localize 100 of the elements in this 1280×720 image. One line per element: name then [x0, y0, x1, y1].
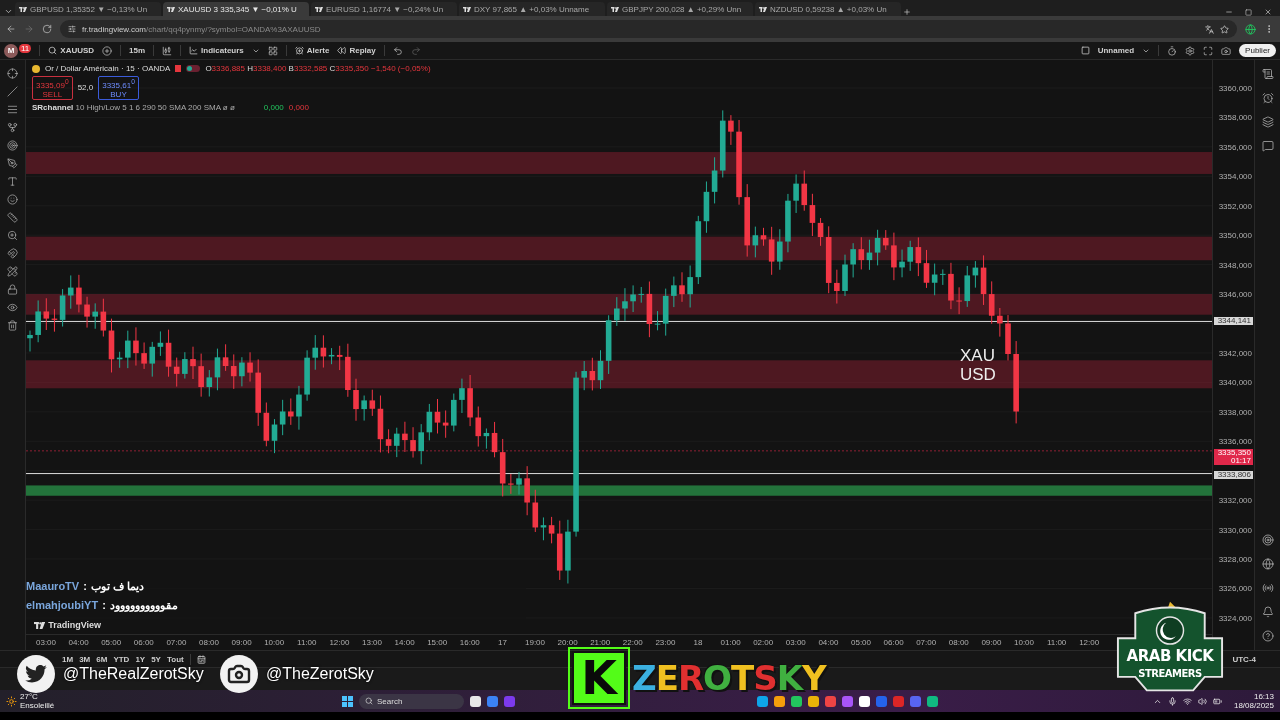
app-icon[interactable]: [774, 695, 785, 707]
templates-icon[interactable]: [267, 45, 278, 56]
back-icon[interactable]: [6, 24, 16, 34]
replay-button[interactable]: Replay: [337, 46, 376, 55]
site-logo-icon: [463, 6, 471, 12]
publish-button[interactable]: Publier: [1239, 44, 1276, 57]
globe-icon[interactable]: [1261, 558, 1274, 570]
pen-icon[interactable]: [7, 158, 18, 169]
translate-icon[interactable]: [1205, 24, 1214, 34]
layout-icon[interactable]: [1080, 46, 1090, 55]
bell-icon[interactable]: [1261, 606, 1274, 618]
profile-icon[interactable]: [1245, 23, 1256, 35]
taskbar-clock[interactable]: 16:13 18/08/2025: [1233, 692, 1274, 710]
range-button[interactable]: 3M: [79, 654, 91, 664]
time-label: 12:00: [329, 638, 350, 647]
browser-tab[interactable]: EURUSD 1,16774 ▼ −0,24% Un: [311, 2, 457, 16]
layout-name-button[interactable]: Unnamed: [1097, 46, 1135, 55]
undo-icon[interactable]: [392, 45, 403, 56]
alert-button[interactable]: Alerte: [294, 46, 330, 55]
zoom-icon[interactable]: [7, 230, 18, 241]
range-button[interactable]: 5Y: [151, 654, 161, 664]
range-button[interactable]: Tout: [166, 654, 184, 664]
smiley-icon[interactable]: [7, 194, 18, 205]
weather-icon: [6, 695, 17, 707]
camera-icon[interactable]: [1221, 45, 1232, 56]
alarm-clock-icon: [294, 46, 304, 55]
magnet-icon[interactable]: [7, 248, 18, 259]
microphone-icon[interactable]: [1167, 696, 1177, 706]
user-avatar[interactable]: M: [4, 43, 18, 58]
chat-icon[interactable]: [1261, 140, 1274, 152]
range-button[interactable]: 1Y: [135, 654, 146, 664]
watchlist-icon[interactable]: [1261, 68, 1274, 80]
taskbar-search[interactable]: Search: [359, 693, 464, 709]
browser-tab[interactable]: DXY 97,865 ▲ +0,03% Unname: [459, 2, 605, 16]
target-icon[interactable]: [1261, 534, 1274, 546]
signal-icon[interactable]: [1261, 582, 1274, 594]
time-label: 11:00: [1046, 638, 1067, 647]
toggle-icon[interactable]: [186, 65, 201, 72]
chart-type-icon[interactable]: [162, 45, 173, 56]
alarm-icon[interactable]: [1261, 92, 1274, 104]
pencil-ruler-icon[interactable]: [7, 266, 18, 277]
price-label: 3342,000: [1218, 348, 1252, 358]
text-icon[interactable]: [7, 176, 18, 187]
time-label: 09:00: [231, 638, 252, 647]
new-tab-icon[interactable]: [903, 8, 911, 16]
app-icon[interactable]: [927, 695, 938, 707]
price-label: 3354,000: [1218, 171, 1252, 181]
range-button[interactable]: 1M: [62, 654, 74, 664]
app-icon[interactable]: [859, 695, 870, 707]
browser-tab[interactable]: GBPUSD 1,35352 ▼ −0,13% Un: [15, 2, 161, 16]
battery-icon[interactable]: [1212, 696, 1222, 706]
volume-icon[interactable]: [1197, 696, 1207, 706]
lines-icon[interactable]: [7, 104, 18, 115]
time-label: 22:00: [622, 638, 643, 647]
tab-list-icon[interactable]: [4, 7, 13, 16]
price-label: 3356,000: [1218, 142, 1252, 152]
symbol-search[interactable]: XAUUSD: [48, 46, 95, 55]
site-settings-icon[interactable]: [68, 25, 76, 33]
app-icon[interactable]: [808, 695, 819, 707]
close-icon[interactable]: [1264, 8, 1272, 16]
help-icon[interactable]: [1261, 630, 1274, 642]
time-label: 03:00: [36, 638, 56, 647]
indicators-button[interactable]: Indicateurs: [189, 46, 244, 55]
lock-icon[interactable]: [7, 284, 18, 295]
timezone-button[interactable]: UTC-4: [1232, 654, 1256, 664]
site-logo-icon: [759, 6, 767, 12]
spread-value: 52,0: [77, 83, 94, 93]
bookmark-icon[interactable]: [1220, 24, 1229, 34]
reload-icon[interactable]: [42, 24, 52, 34]
browser-tab[interactable]: GBPJPY 200,028 ▲ +0,29% Unn: [607, 2, 753, 16]
crosshair-icon[interactable]: [7, 68, 18, 79]
interval-button[interactable]: 15m: [129, 46, 146, 55]
address-bar[interactable]: fr.tradingview.com/chart/qq4pynmy/?symbol=OANDA%3AXAUUSD: [60, 20, 1237, 38]
maximize-icon[interactable]: [1245, 9, 1252, 16]
eye-icon[interactable]: [7, 302, 18, 313]
trash-icon[interactable]: [7, 320, 18, 331]
app-icon[interactable]: [470, 695, 481, 707]
compare-icon[interactable]: [102, 45, 113, 56]
layers-icon[interactable]: [1261, 116, 1274, 128]
app-icon[interactable]: [791, 695, 802, 707]
start-icon[interactable]: [342, 695, 353, 707]
range-button[interactable]: YTD: [113, 654, 130, 664]
date-range-icon[interactable]: [196, 654, 206, 664]
browser-tab[interactable]: NZDUSD 0,59238 ▲ +0,03% Un: [755, 2, 901, 16]
fork-icon[interactable]: [7, 122, 18, 133]
browser-tab[interactable]: XAUUSD 3 335,345 ▼ −0,01% U: [163, 2, 309, 16]
price-label: 3350,000: [1218, 230, 1252, 240]
settings-icon[interactable]: [1185, 45, 1196, 56]
range-button[interactable]: 6M: [96, 654, 108, 664]
chat-message: ديما ف توب: [90, 580, 144, 593]
sell-button[interactable]: 3335,09$^{0}$ SELL: [32, 76, 73, 100]
buy-button[interactable]: 3335,61$^{0}$ BUY: [98, 76, 139, 100]
network-icon[interactable]: [1182, 696, 1192, 706]
flag-icon[interactable]: [175, 65, 182, 72]
time-label: 18: [693, 638, 703, 647]
ruler-icon[interactable]: [7, 212, 18, 223]
time-label: 04:00: [68, 638, 89, 647]
trend-line-icon[interactable]: [7, 86, 18, 97]
fullscreen-icon[interactable]: [1203, 45, 1214, 56]
time-label: 10:00: [1014, 638, 1034, 647]
